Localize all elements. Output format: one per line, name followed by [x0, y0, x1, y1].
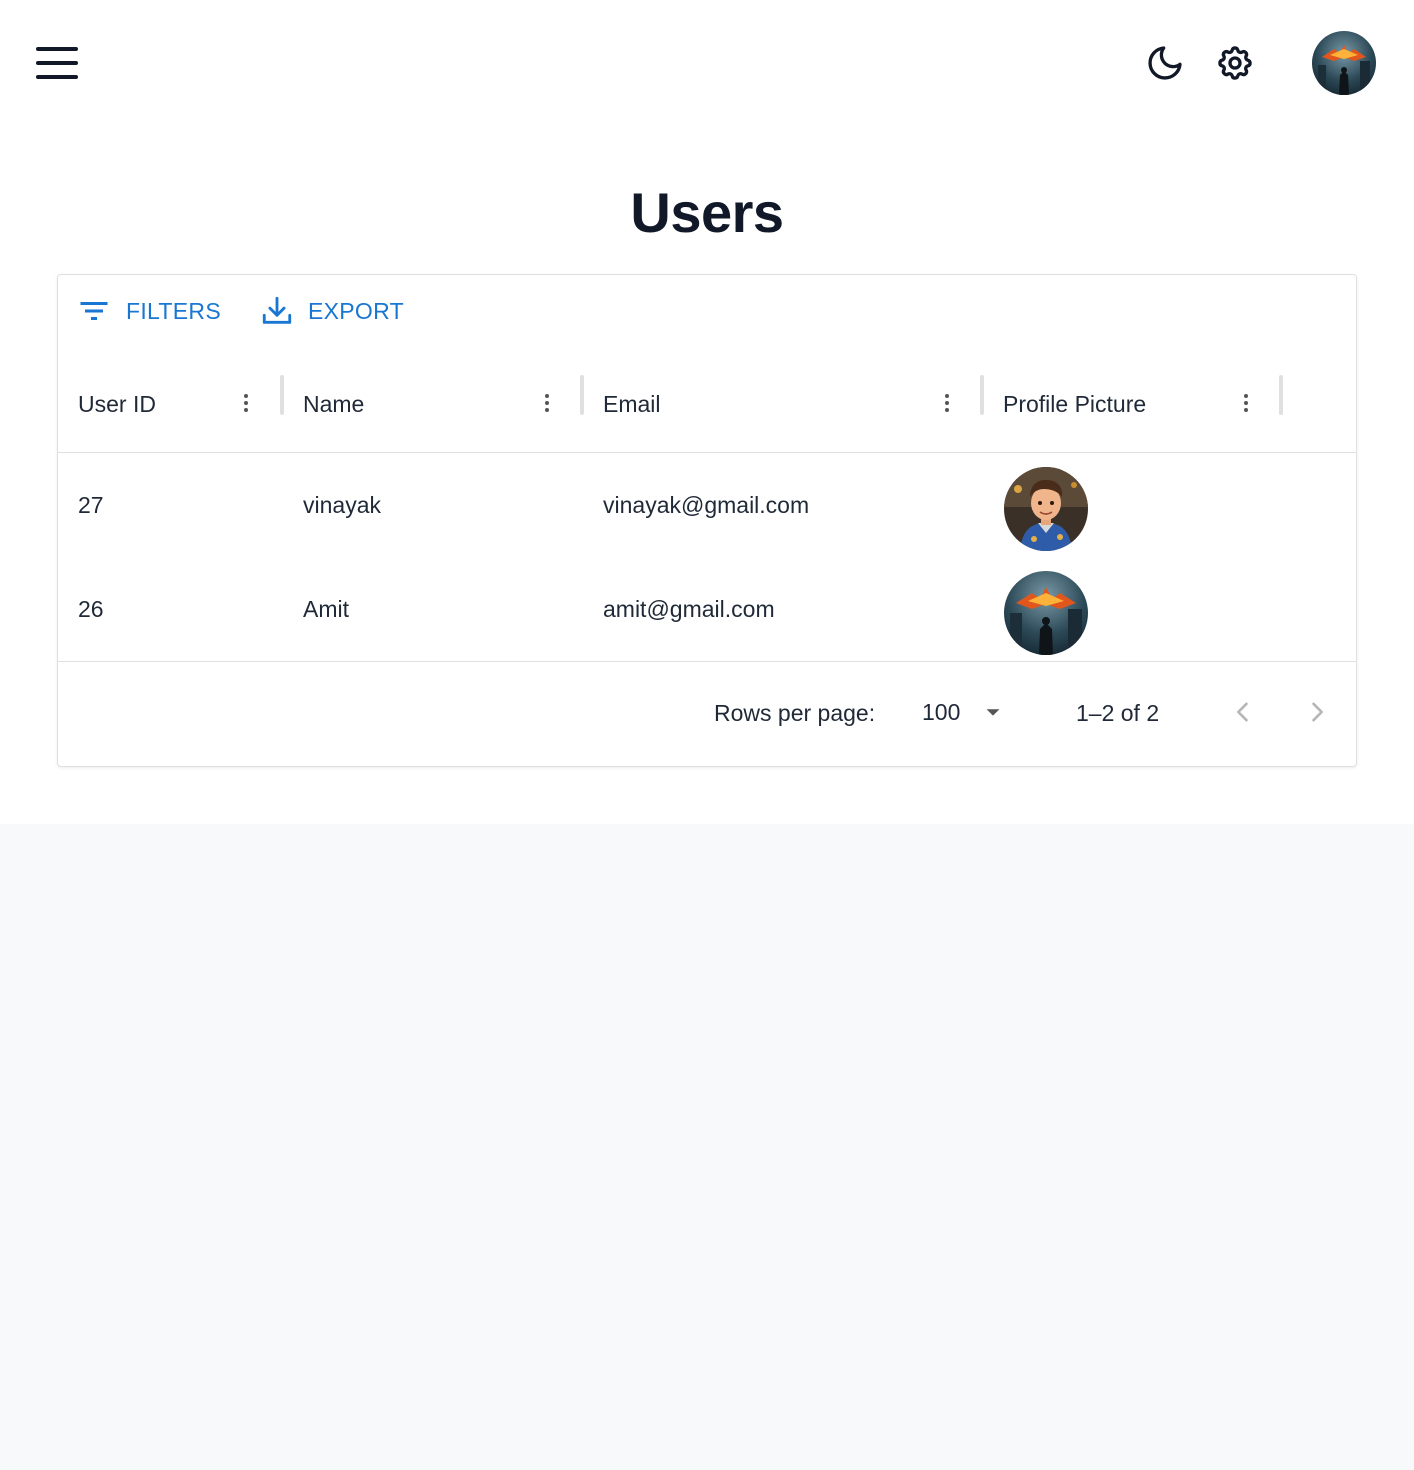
column-separator[interactable]: [280, 375, 284, 415]
more-vert-icon: [244, 394, 248, 412]
next-page-button[interactable]: [1295, 690, 1339, 734]
page-title: Users: [630, 181, 784, 244]
cell-email: amit@gmail.com: [603, 595, 775, 622]
column-header-email[interactable]: Email: [603, 355, 661, 453]
hamburger-icon: [36, 47, 78, 51]
export-label: EXPORT: [308, 297, 404, 324]
download-icon: [262, 296, 292, 324]
avatar-image: [1312, 31, 1376, 95]
filter-icon: [80, 302, 108, 320]
arrow-drop-down-icon: [986, 709, 1000, 716]
more-vert-icon: [1244, 394, 1248, 412]
grid-footer: Rows per page: 100 1–2 of 2: [58, 661, 1356, 767]
more-vert-icon: [945, 394, 949, 412]
column-menu-button[interactable]: [929, 385, 965, 421]
hamburger-menu-button[interactable]: [30, 38, 84, 88]
pagination-range: 1–2 of 2: [1076, 700, 1160, 726]
cell-name: vinayak: [303, 491, 381, 518]
profile-picture: [1004, 571, 1088, 655]
users-data-grid: FILTERS EXPORT User ID Name Email Profil…: [57, 274, 1357, 767]
column-menu-button[interactable]: [228, 385, 264, 421]
cell-user-id: 26: [78, 595, 104, 622]
column-separator[interactable]: [580, 375, 584, 415]
user-avatar[interactable]: [1312, 31, 1376, 95]
table-row[interactable]: 26 Amit amit@gmail.com: [58, 557, 1356, 661]
chevron-right-icon: [1312, 702, 1323, 722]
settings-button[interactable]: [1212, 40, 1258, 86]
column-separator[interactable]: [980, 375, 984, 415]
rows-per-page-select[interactable]: 100: [916, 692, 1006, 732]
rows-per-page-value: 100: [922, 698, 961, 725]
previous-page-button[interactable]: [1221, 690, 1265, 734]
gear-icon: [1218, 46, 1252, 80]
column-menu-button[interactable]: [529, 385, 565, 421]
cell-user-id: 27: [78, 491, 104, 518]
column-header-row: User ID Name Email Profile Picture: [58, 355, 1356, 453]
column-menu-button[interactable]: [1228, 385, 1264, 421]
cell-email: vinayak@gmail.com: [603, 491, 810, 518]
column-header-user-id[interactable]: User ID: [78, 355, 156, 453]
theme-toggle-button[interactable]: [1142, 40, 1188, 86]
more-vert-icon: [545, 394, 549, 412]
filters-label: FILTERS: [126, 297, 221, 324]
cell-name: Amit: [303, 595, 349, 622]
rows-per-page-label: Rows per page:: [714, 700, 876, 726]
column-header-name[interactable]: Name: [303, 355, 364, 453]
grid-toolbar: FILTERS EXPORT: [58, 275, 1356, 349]
moon-icon: [1148, 46, 1182, 80]
profile-picture: [1004, 467, 1088, 551]
table-row[interactable]: 27 vinayak vinayak@gmail.com: [58, 453, 1356, 557]
column-separator[interactable]: [1279, 375, 1283, 415]
export-button[interactable]: EXPORT: [260, 293, 404, 329]
chevron-left-icon: [1237, 702, 1248, 722]
column-header-profile-picture[interactable]: Profile Picture: [1003, 355, 1146, 453]
filters-button[interactable]: FILTERS: [76, 293, 221, 329]
